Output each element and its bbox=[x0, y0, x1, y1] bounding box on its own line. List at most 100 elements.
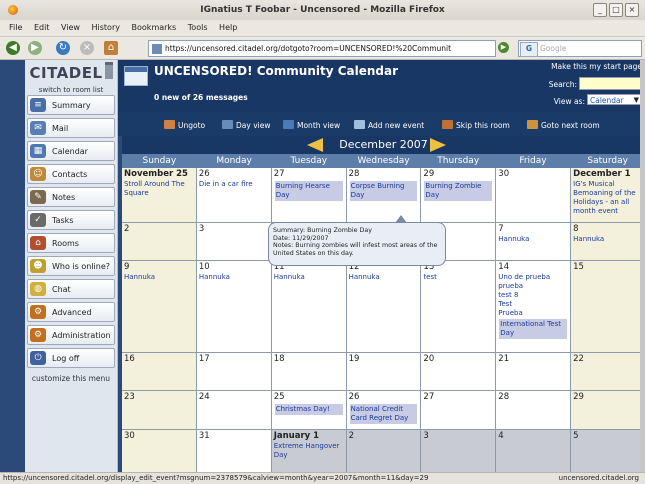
day-number[interactable]: 29 bbox=[421, 168, 495, 180]
day-number[interactable]: 28 bbox=[496, 391, 570, 403]
calendar-event[interactable]: Extreme Hangover Day bbox=[272, 442, 346, 460]
calendar-event[interactable]: test bbox=[421, 273, 495, 282]
day-number[interactable]: 20 bbox=[421, 353, 495, 365]
day-number[interactable]: 24 bbox=[197, 391, 271, 403]
calendar-day-cell[interactable]: 15 bbox=[571, 261, 645, 352]
calendar-day-cell[interactable]: 17 bbox=[196, 353, 271, 390]
day-number[interactable]: 22 bbox=[571, 353, 645, 365]
day-number[interactable]: 27 bbox=[421, 391, 495, 403]
day-number[interactable]: 18 bbox=[272, 353, 346, 365]
calendar-day-cell[interactable]: 29 Burning Zombie Day bbox=[421, 168, 496, 222]
calendar-day-cell[interactable]: 2 bbox=[346, 430, 421, 477]
customize-menu-link[interactable]: customize this menu bbox=[25, 374, 117, 383]
day-number[interactable]: 3 bbox=[421, 430, 495, 442]
day-number[interactable]: 29 bbox=[571, 391, 645, 403]
room-search-input[interactable] bbox=[579, 77, 641, 90]
calendar-day-cell[interactable]: 14 Uno de prueba prueba test 8 Test Prueba Int… bbox=[496, 261, 571, 352]
view-as-select[interactable]: Calendar ▼ bbox=[587, 94, 641, 105]
calendar-day-cell[interactable]: December 1 IG's Musical Bemoaning of the … bbox=[571, 168, 645, 222]
minimize-button[interactable]: _ bbox=[593, 3, 607, 17]
skip-room-button[interactable]: Skip this room bbox=[442, 120, 510, 130]
go-icon[interactable]: ▶ bbox=[498, 42, 509, 53]
calendar-event[interactable]: Uno de prueba bbox=[496, 273, 570, 282]
day-number[interactable]: 10 bbox=[197, 261, 271, 273]
sidebar-item-calendar[interactable]: ▦ Calendar bbox=[27, 141, 115, 161]
calendar-day-cell[interactable]: January 1 Extreme Hangover Day bbox=[271, 430, 346, 477]
day-number[interactable]: 26 bbox=[197, 168, 271, 180]
calendar-day-cell[interactable]: 19 bbox=[346, 353, 421, 390]
sidebar-item-mail[interactable]: ✉ Mail bbox=[27, 118, 115, 138]
ungoto-button[interactable]: Ungoto bbox=[164, 120, 205, 130]
day-number[interactable]: 28 bbox=[347, 168, 421, 180]
calendar-event[interactable]: Test bbox=[496, 300, 570, 309]
day-number[interactable]: 26 bbox=[347, 391, 421, 403]
calendar-day-cell[interactable]: 20 bbox=[421, 353, 496, 390]
calendar-day-cell[interactable]: 7 Hannuka bbox=[496, 223, 571, 260]
day-number[interactable]: 25 bbox=[272, 391, 346, 403]
calendar-day-cell[interactable]: 24 bbox=[196, 391, 271, 429]
sidebar-item-rooms[interactable]: ⌂ Rooms bbox=[27, 233, 115, 253]
month-view-button[interactable]: Month view bbox=[283, 120, 340, 130]
calendar-day-cell[interactable]: 28 bbox=[496, 391, 571, 429]
calendar-day-cell[interactable]: 11 Hannuka bbox=[271, 261, 346, 352]
calendar-day-cell[interactable]: 12 Hannuka bbox=[346, 261, 421, 352]
day-number[interactable]: 31 bbox=[197, 430, 271, 442]
menu-bookmarks[interactable]: Bookmarks bbox=[132, 23, 177, 32]
day-number[interactable]: 23 bbox=[122, 391, 196, 403]
menu-history[interactable]: History bbox=[92, 23, 120, 32]
reload-icon[interactable]: ↻ bbox=[56, 41, 70, 55]
calendar-event[interactable]: Hannuka bbox=[122, 273, 196, 282]
sidebar-item-tasks[interactable]: ✓ Tasks bbox=[27, 210, 115, 230]
day-number[interactable]: January 1 bbox=[272, 430, 346, 442]
sidebar-item-advanced[interactable]: ⚙ Advanced bbox=[27, 302, 115, 322]
calendar-event[interactable]: Prueba bbox=[496, 309, 570, 318]
back-icon[interactable]: ◀ bbox=[6, 41, 20, 55]
calendar-day-cell[interactable]: 5 bbox=[571, 430, 645, 477]
calendar-day-cell[interactable]: 26 National Credit Card Regret Day bbox=[346, 391, 421, 429]
day-number[interactable]: 30 bbox=[496, 168, 570, 180]
address-bar[interactable]: https://uncensored.citadel.org/dotgoto?r… bbox=[148, 40, 496, 57]
calendar-day-cell[interactable]: 9 Hannuka bbox=[122, 261, 196, 352]
calendar-event[interactable]: Hannuka bbox=[496, 235, 570, 244]
calendar-day-cell[interactable]: 8 Hannuka bbox=[571, 223, 645, 260]
goto-next-room-button[interactable]: Goto next room bbox=[527, 120, 600, 130]
calendar-day-cell[interactable]: 4 bbox=[496, 430, 571, 477]
calendar-day-cell[interactable]: 18 bbox=[271, 353, 346, 390]
day-number[interactable]: 3 bbox=[197, 223, 271, 235]
calendar-day-cell[interactable]: 3 bbox=[196, 223, 271, 260]
day-number[interactable]: 8 bbox=[571, 223, 645, 235]
calendar-day-cell[interactable]: November 25 Stroll Around The Square bbox=[122, 168, 196, 222]
calendar-event[interactable]: Hannuka bbox=[571, 235, 645, 244]
calendar-event[interactable]: Hannuka bbox=[272, 273, 346, 282]
day-number[interactable]: November 25 bbox=[122, 168, 196, 180]
day-number[interactable]: 9 bbox=[122, 261, 196, 273]
day-number[interactable]: 5 bbox=[571, 430, 645, 442]
maximize-button[interactable]: □ bbox=[609, 3, 623, 17]
calendar-day-cell[interactable]: 16 bbox=[122, 353, 196, 390]
calendar-event[interactable]: Hannuka bbox=[197, 273, 271, 282]
calendar-event[interactable]: Stroll Around The Square bbox=[122, 180, 196, 198]
day-view-button[interactable]: Day view bbox=[222, 120, 270, 130]
sidebar-item-administration[interactable]: ⚙ Administration bbox=[27, 325, 115, 345]
day-number[interactable]: 4 bbox=[496, 430, 570, 442]
calendar-day-cell[interactable]: 10 Hannuka bbox=[196, 261, 271, 352]
calendar-day-cell[interactable]: 3 bbox=[421, 430, 496, 477]
day-number[interactable]: December 1 bbox=[571, 168, 645, 180]
day-number[interactable]: 16 bbox=[122, 353, 196, 365]
page-scrollbar[interactable] bbox=[640, 60, 645, 472]
calendar-event[interactable]: test 8 bbox=[496, 291, 570, 300]
day-number[interactable]: 27 bbox=[272, 168, 346, 180]
calendar-event[interactable]: IG's Musical Bemoaning of the Holidays -… bbox=[571, 180, 645, 216]
calendar-event[interactable]: prueba bbox=[496, 282, 570, 291]
calendar-day-cell[interactable]: 31 bbox=[196, 430, 271, 477]
calendar-event[interactable]: Corpse Burning Day bbox=[349, 181, 418, 201]
calendar-day-cell[interactable]: 13 test bbox=[421, 261, 496, 352]
day-number[interactable]: 17 bbox=[197, 353, 271, 365]
day-number[interactable]: 14 bbox=[496, 261, 570, 273]
forward-icon[interactable]: ▶ bbox=[28, 41, 42, 55]
sidebar-item-chat[interactable]: ◍ Chat bbox=[27, 279, 115, 299]
calendar-event[interactable]: Hannuka bbox=[347, 273, 421, 282]
calendar-day-cell[interactable]: 27 bbox=[421, 391, 496, 429]
day-number[interactable]: 2 bbox=[122, 223, 196, 235]
calendar-event[interactable]: Die in a car fire bbox=[197, 180, 271, 189]
